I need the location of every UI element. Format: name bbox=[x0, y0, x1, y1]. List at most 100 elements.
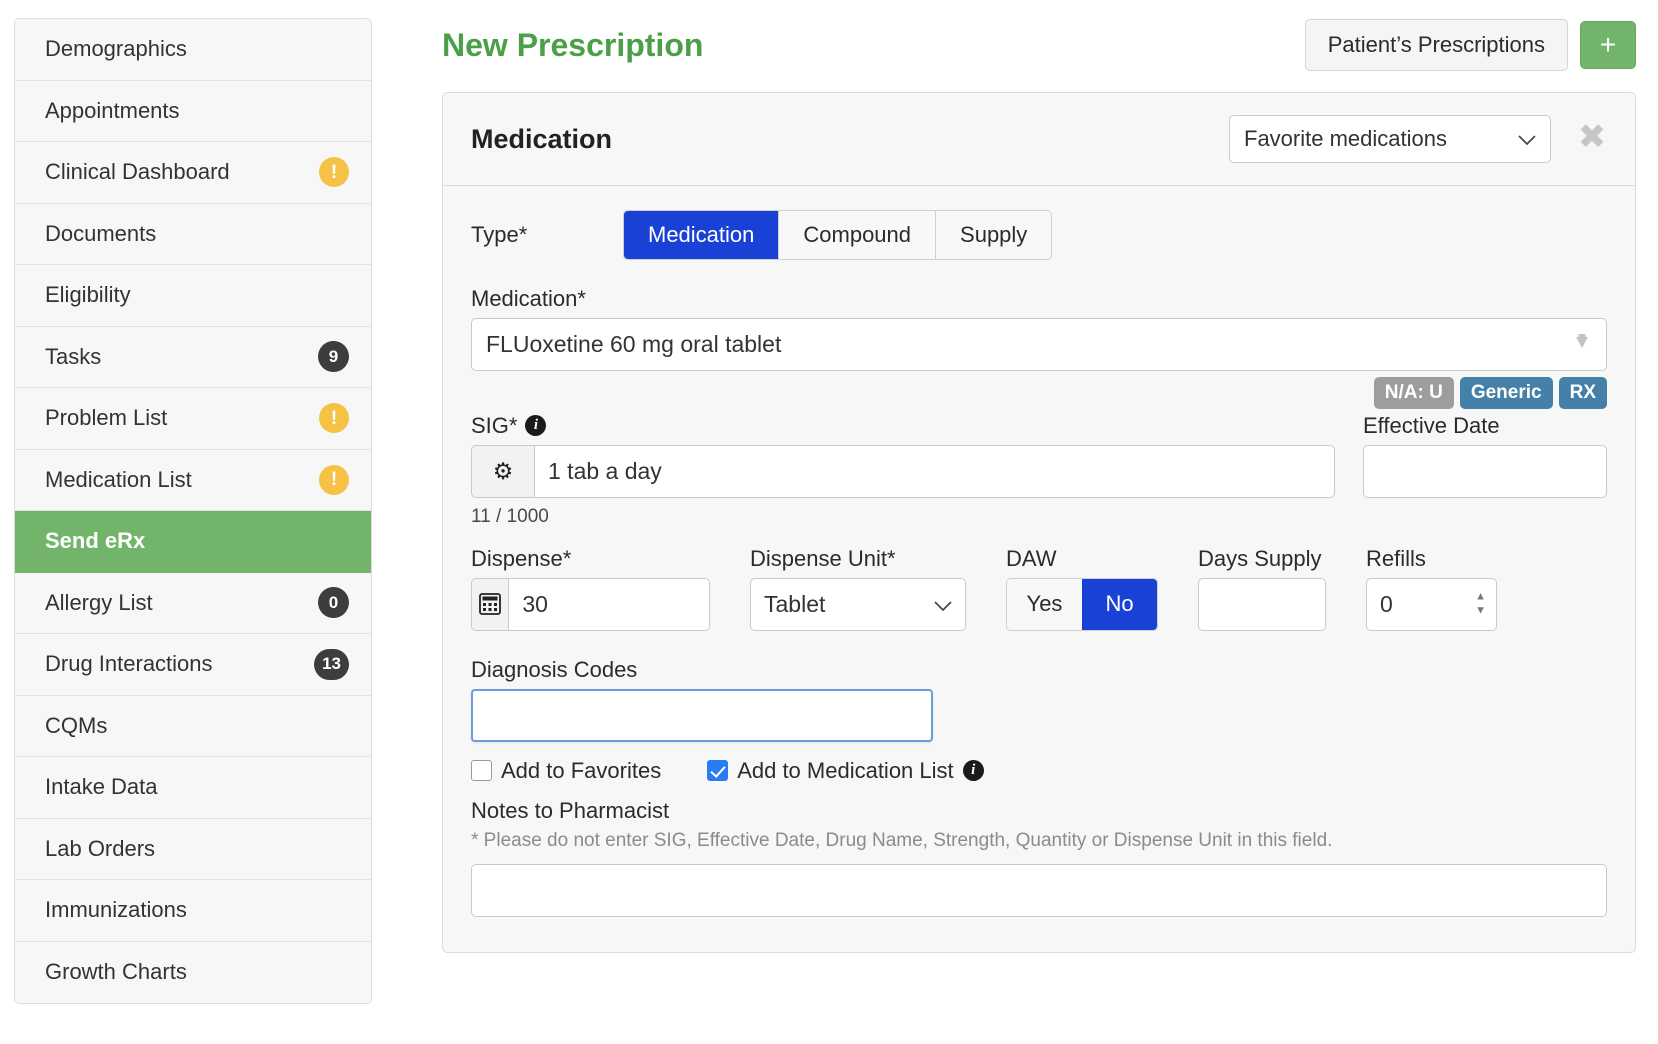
sidebar-item-label: Tasks bbox=[45, 343, 102, 369]
add-prescription-button[interactable]: + bbox=[1580, 21, 1636, 69]
spinner-arrows-icon[interactable]: ▲ ▼ bbox=[1475, 591, 1486, 617]
add-to-favorites-checkbox[interactable]: Add to Favorites bbox=[471, 758, 661, 784]
diagnosis-codes-input[interactable] bbox=[471, 688, 933, 742]
main-content: New Prescription Patient’s Prescriptions… bbox=[380, 0, 1658, 1044]
type-option-medication[interactable]: Medication bbox=[624, 211, 780, 259]
sidebar-item-documents[interactable]: Documents bbox=[15, 203, 371, 265]
plus-icon: + bbox=[1599, 29, 1617, 60]
medication-card: Medication Favorite medications ✖ Type* … bbox=[442, 92, 1636, 953]
daw-label-text: DAW bbox=[1006, 545, 1057, 571]
add-to-medication-list-checkbox[interactable]: Add to Medication List i bbox=[707, 757, 984, 784]
medication-badge: N/A: U bbox=[1373, 377, 1454, 409]
daw-segmented-control: Yes No bbox=[1006, 577, 1158, 631]
dispense-unit-column: Dispense Unit* Tablet bbox=[750, 546, 966, 631]
dispense-label-text: Dispense* bbox=[471, 545, 572, 571]
dispense-unit-label-text: Dispense Unit* bbox=[750, 545, 896, 571]
gear-icon[interactable]: ⚙ bbox=[471, 444, 534, 498]
sidebar-item-demographics[interactable]: Demographics bbox=[15, 19, 371, 81]
alert-icon: ! bbox=[319, 157, 349, 188]
count-badge: 0 bbox=[318, 587, 349, 619]
sidebar-item-label: Problem List bbox=[45, 405, 168, 431]
days-supply-label-text: Days Supply bbox=[1198, 545, 1322, 571]
info-icon[interactable]: i bbox=[525, 415, 547, 437]
sidebar-item-tasks[interactable]: Tasks 9 bbox=[15, 326, 371, 388]
dispense-input-group bbox=[471, 577, 710, 631]
sidebar-item-clinical-dashboard[interactable]: Clinical Dashboard! bbox=[15, 142, 371, 204]
calculator-icon[interactable] bbox=[471, 577, 509, 631]
chevron-down-icon bbox=[934, 591, 952, 618]
daw-label: DAW bbox=[1006, 546, 1158, 572]
notes-to-pharmacist-textarea[interactable] bbox=[471, 863, 1607, 917]
page-header: New Prescription Patient’s Prescriptions… bbox=[442, 14, 1636, 76]
dispense-row: Dispense* 30 Dispense Unit* Tablet DAW Y… bbox=[471, 546, 1607, 631]
spinner-up-icon[interactable]: ▲ bbox=[1475, 591, 1486, 603]
medication-input[interactable] bbox=[471, 318, 1607, 371]
checkbox-box[interactable] bbox=[471, 760, 492, 782]
medication-badges: N/A: U Generic RX bbox=[471, 377, 1607, 409]
sidebar-item-label: Lab Orders bbox=[45, 835, 156, 861]
count-badge: 9 bbox=[318, 341, 349, 373]
sig-label-text: SIG* bbox=[471, 412, 518, 438]
type-option-supply[interactable]: Supply bbox=[936, 211, 1052, 259]
medication-card-body: Type* Medication Compound Supply Medicatio… bbox=[443, 186, 1635, 952]
sig-row: SIG* i ⚙ 11 / 1000 Effective Date bbox=[471, 413, 1607, 546]
info-icon[interactable]: i bbox=[962, 760, 984, 782]
dispense-unit-label: Dispense Unit* bbox=[750, 546, 966, 572]
type-segmented-control: Medication Compound Supply bbox=[623, 210, 1053, 260]
refills-stepper: ▲ ▼ bbox=[1366, 577, 1497, 631]
dispense-unit-select[interactable]: Tablet bbox=[750, 577, 966, 631]
sidebar-nav-list: Demographics Appointments Clinical Dashboa… bbox=[14, 18, 372, 1004]
patient-chart-sidebar: Demographics Appointments Clinical Dashboa… bbox=[0, 0, 380, 1044]
sig-label: SIG* i bbox=[471, 413, 1335, 439]
effective-date-input[interactable] bbox=[1363, 444, 1607, 498]
sidebar-item-eligibility[interactable]: Eligibility bbox=[15, 265, 371, 327]
diagnosis-codes-label: Diagnosis Codes bbox=[471, 657, 1607, 683]
chevron-down-icon bbox=[1518, 126, 1536, 152]
sidebar-item-appointments[interactable]: Appointments bbox=[15, 80, 371, 142]
sig-input[interactable] bbox=[534, 444, 1335, 498]
sidebar-item-label: Eligibility bbox=[45, 282, 131, 308]
spinner-down-icon[interactable]: ▼ bbox=[1475, 605, 1486, 617]
sidebar-item-immunizations[interactable]: Immunizations bbox=[15, 880, 371, 942]
sidebar-item-label: CQMs bbox=[45, 712, 108, 738]
sidebar-item-label: Appointments bbox=[45, 97, 180, 123]
sidebar-item-send-erx[interactable]: Send eRx bbox=[15, 511, 371, 573]
count-badge: 13 bbox=[314, 648, 349, 680]
sidebar-item-label: Growth Charts bbox=[45, 959, 187, 985]
sidebar-item-lab-orders[interactable]: Lab Orders bbox=[15, 818, 371, 880]
checkbox-box[interactable] bbox=[707, 760, 729, 782]
sidebar-item-label: Allergy List bbox=[45, 589, 153, 615]
sidebar-item-medication-list[interactable]: Medication List! bbox=[15, 449, 371, 511]
type-row: Type* Medication Compound Supply bbox=[471, 210, 1607, 260]
alert-icon: ! bbox=[319, 464, 349, 495]
type-option-compound[interactable]: Compound bbox=[779, 211, 937, 259]
add-to-medication-list-label: Add to Medication List bbox=[737, 757, 954, 783]
dispense-unit-value: Tablet bbox=[764, 590, 826, 617]
sidebar-item-label: Send eRx bbox=[45, 528, 146, 554]
sidebar-item-allergy-list[interactable]: Allergy List 0 bbox=[15, 572, 371, 634]
sidebar-item-label: Medication List bbox=[45, 466, 192, 492]
sidebar-item-label: Demographics bbox=[45, 36, 187, 62]
notes-hint-text: * Please do not enter SIG, Effective Dat… bbox=[471, 829, 1333, 851]
daw-column: DAW Yes No bbox=[1006, 546, 1158, 631]
alert-icon: ! bbox=[319, 403, 349, 434]
sidebar-item-label: Immunizations bbox=[45, 897, 187, 923]
medication-label: Medication* bbox=[471, 286, 1607, 312]
daw-option-yes[interactable]: Yes bbox=[1007, 578, 1082, 630]
sidebar-item-intake-data[interactable]: Intake Data bbox=[15, 757, 371, 819]
notes-to-pharmacist-label: Notes to Pharmacist bbox=[471, 797, 670, 823]
sidebar-item-drug-interactions[interactable]: Drug Interactions 13 bbox=[15, 634, 371, 696]
sidebar-item-problem-list[interactable]: Problem List! bbox=[15, 388, 371, 450]
sidebar-item-growth-charts[interactable]: Growth Charts bbox=[15, 941, 371, 1003]
medication-card-header: Medication Favorite medications ✖ bbox=[443, 93, 1635, 186]
dispense-input[interactable] bbox=[508, 577, 710, 631]
days-supply-input[interactable] bbox=[1198, 577, 1326, 631]
sidebar-item-label: Drug Interactions bbox=[45, 651, 213, 677]
patients-prescriptions-button[interactable]: Patient’s Prescriptions bbox=[1304, 19, 1568, 71]
daw-option-no[interactable]: No bbox=[1082, 578, 1157, 630]
sidebar-item-cqms[interactable]: CQMs bbox=[15, 695, 371, 757]
favorite-medications-select[interactable]: Favorite medications bbox=[1229, 115, 1551, 163]
medication-badge: Generic bbox=[1459, 377, 1553, 409]
sig-character-count: 11 / 1000 bbox=[471, 505, 549, 527]
close-icon[interactable]: ✖ bbox=[1575, 120, 1609, 156]
